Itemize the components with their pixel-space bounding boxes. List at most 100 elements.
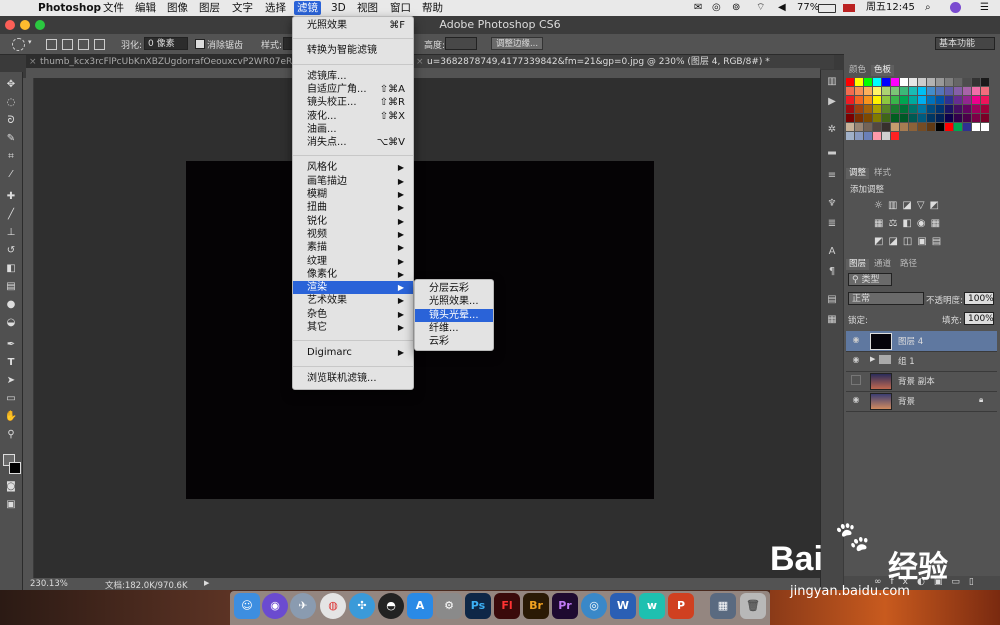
color-swatch[interactable] <box>981 78 989 86</box>
marquee-tool-icon[interactable]: ◌ <box>4 96 18 110</box>
color-swatch[interactable] <box>846 123 854 131</box>
color-swatch[interactable] <box>882 96 890 104</box>
wifi-icon[interactable]: ⌔ <box>756 1 765 15</box>
photoshop-icon[interactable]: Ps <box>465 593 491 619</box>
color-swatch[interactable] <box>981 96 989 104</box>
filter-menu-item[interactable]: 纹理 ▶ <box>293 255 413 268</box>
crop-tool-icon[interactable]: ⌗ <box>4 150 18 164</box>
filter-menu-item[interactable]: 杂色 ▶ <box>293 308 413 321</box>
color-swatch[interactable] <box>909 87 917 95</box>
color-swatch[interactable] <box>954 105 962 113</box>
siri-icon[interactable] <box>950 2 961 13</box>
workspace-select[interactable]: 基本功能 <box>935 37 995 50</box>
color-swatch[interactable] <box>936 105 944 113</box>
color-swatch[interactable] <box>918 78 926 86</box>
brush-presets-icon[interactable]: ♆ <box>826 198 838 210</box>
color-swatch[interactable] <box>891 114 899 122</box>
menubar-clock[interactable]: 周五12:45 <box>866 1 915 15</box>
apple-menu-icon[interactable] <box>10 1 16 15</box>
color-swatch[interactable] <box>864 105 872 113</box>
tab-color[interactable]: 颜色 <box>846 65 869 76</box>
color-swatch[interactable] <box>855 123 863 131</box>
hand-tool-icon[interactable]: ✋ <box>4 410 18 424</box>
color-swatch[interactable] <box>918 123 926 131</box>
color-swatch[interactable] <box>972 123 980 131</box>
color-swatch[interactable] <box>972 114 980 122</box>
color-swatch[interactable] <box>927 87 935 95</box>
zoom-level[interactable]: 230.13% <box>30 579 68 589</box>
adjustment-icons[interactable]: ☼▥◪▽◩ ▦⚖◧◉▦ ◩◪◫▣▤ <box>874 197 984 251</box>
volume-icon[interactable]: ◀ <box>778 1 786 15</box>
color-swatch[interactable] <box>909 114 917 122</box>
status-menu-arrow-icon[interactable]: ▶ <box>204 579 209 587</box>
chrome-icon[interactable]: ◍ <box>320 593 346 619</box>
color-swatch[interactable] <box>936 114 944 122</box>
color-swatch[interactable] <box>972 78 980 86</box>
status-icon-1[interactable]: ✉ <box>694 1 702 15</box>
gradient-tool-icon[interactable]: ▤ <box>4 280 18 294</box>
color-swatch[interactable] <box>891 123 899 131</box>
render-submenu-item[interactable]: 纤维... <box>415 322 493 335</box>
color-swatch[interactable] <box>873 114 881 122</box>
color-swatch[interactable] <box>882 105 890 113</box>
filter-menu-item[interactable]: 消失点... ⌥⌘V <box>293 136 413 149</box>
menu-layer[interactable]: 图层 <box>196 1 223 15</box>
menu-photoshop[interactable]: Photoshop <box>35 1 104 15</box>
color-swatch[interactable] <box>873 105 881 113</box>
render-submenu-item[interactable]: 云彩 <box>415 335 493 348</box>
brush-panel-icon[interactable]: ≣ <box>826 218 838 230</box>
color-swatch[interactable] <box>945 87 953 95</box>
eyedropper-tool-icon[interactable]: ⁄ <box>4 168 18 182</box>
color-swatch[interactable] <box>882 123 890 131</box>
color-swatch[interactable] <box>864 123 872 131</box>
filter-menu-item[interactable]: 光照效果 ⌘F <box>293 19 413 32</box>
clone-stamp-tool-icon[interactable]: ⊥ <box>4 226 18 240</box>
color-swatch[interactable] <box>846 78 854 86</box>
color-swatch[interactable] <box>963 123 971 131</box>
color-swatch[interactable] <box>900 114 908 122</box>
intersect-selection-icon[interactable] <box>94 39 105 50</box>
paragraph-panel-icon[interactable]: ¶ <box>826 266 838 278</box>
menu-window[interactable]: 窗口 <box>387 1 414 15</box>
color-swatch[interactable] <box>855 78 863 86</box>
color-swatch[interactable] <box>864 132 872 140</box>
color-swatch[interactable] <box>891 96 899 104</box>
color-swatch[interactable] <box>963 96 971 104</box>
premiere-icon[interactable]: Pr <box>552 593 578 619</box>
color-swatch[interactable] <box>918 87 926 95</box>
expand-group-icon[interactable]: ▶ <box>870 355 875 363</box>
filter-menu-item[interactable]: 像素化 ▶ <box>293 268 413 281</box>
filter-menu-item[interactable]: 模糊 ▶ <box>293 188 413 201</box>
blend-mode-select[interactable]: 正常 <box>848 292 924 305</box>
render-submenu-item[interactable]: 镜头光晕... <box>415 308 493 322</box>
color-swatch[interactable] <box>936 78 944 86</box>
swatch-grid[interactable] <box>846 76 996 162</box>
antialias-checkbox[interactable] <box>195 39 205 49</box>
color-swatch[interactable] <box>918 105 926 113</box>
filter-menu-item[interactable]: 转换为智能滤镜 <box>293 44 413 57</box>
color-swatch[interactable] <box>972 105 980 113</box>
filter-menu-item[interactable]: 液化... ⇧⌘X <box>293 110 413 123</box>
color-swatch[interactable] <box>927 105 935 113</box>
color-swatch[interactable] <box>873 78 881 86</box>
eye-icon[interactable]: ◉ <box>851 335 861 345</box>
color-swatch[interactable] <box>972 87 980 95</box>
color-swatch[interactable] <box>855 105 863 113</box>
history-panel-icon[interactable]: ▥ <box>826 76 838 88</box>
battery-icon[interactable] <box>818 4 836 13</box>
color-swatch[interactable] <box>882 87 890 95</box>
tab-document-1[interactable]: × thumb_kcx3rcFlPcUbKnXBZUgdorrafOeouxcv… <box>26 55 305 69</box>
color-swatch[interactable] <box>909 105 917 113</box>
safari-icon[interactable]: ✣ <box>349 593 375 619</box>
layer-row[interactable]: ◉ ▶ 组 1 <box>846 351 997 372</box>
layer-name[interactable]: 图层 4 <box>898 335 923 347</box>
color-swatch[interactable] <box>873 96 881 104</box>
fill-input[interactable]: 100% <box>964 312 994 325</box>
color-swatch[interactable] <box>864 114 872 122</box>
color-swatch[interactable] <box>900 87 908 95</box>
close-tab-icon[interactable]: × <box>416 55 424 69</box>
refine-edge-button[interactable]: 调整边缘... <box>491 37 543 50</box>
dodge-tool-icon[interactable]: ◒ <box>4 316 18 330</box>
color-swatch[interactable] <box>981 114 989 122</box>
color-swatch[interactable] <box>936 96 944 104</box>
